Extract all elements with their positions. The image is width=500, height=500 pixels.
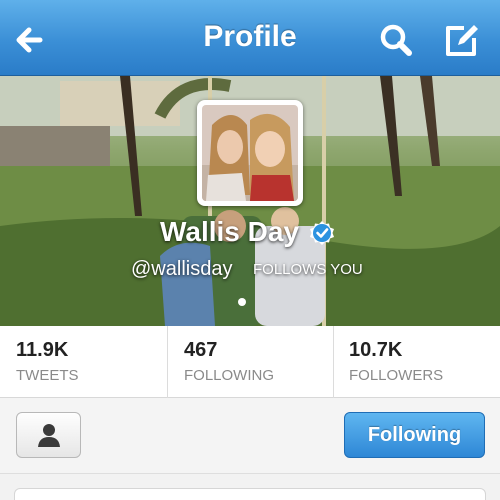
follows-you-badge: FOLLOWS YOU bbox=[253, 261, 363, 278]
following-button[interactable]: Following bbox=[344, 412, 485, 458]
person-button[interactable] bbox=[16, 412, 81, 458]
nav-bar: Profile bbox=[0, 0, 500, 76]
stat-label: TWEETS bbox=[16, 367, 79, 384]
stat-followers[interactable]: 10.7K FOLLOWERS bbox=[333, 326, 500, 398]
stat-label: FOLLOWERS bbox=[349, 367, 444, 384]
stat-value: 11.9K bbox=[16, 339, 69, 361]
stat-tweets[interactable]: 11.9K TWEETS bbox=[0, 326, 167, 398]
stat-value: 10.7K bbox=[349, 339, 403, 361]
avatar[interactable] bbox=[197, 100, 303, 206]
stat-following[interactable]: 467 FOLLOWING bbox=[167, 326, 333, 398]
action-row: Following bbox=[0, 398, 500, 474]
handle: @wallisday bbox=[131, 258, 233, 280]
avatar-photo bbox=[202, 105, 298, 201]
stats-row: 11.9K TWEETS 467 FOLLOWING 10.7K FOLLOWE… bbox=[0, 326, 500, 398]
search-button[interactable] bbox=[376, 20, 416, 60]
stat-label: FOLLOWING bbox=[184, 367, 275, 384]
page-indicator-dot bbox=[238, 298, 246, 306]
compose-button[interactable] bbox=[442, 20, 482, 60]
content-card bbox=[14, 488, 486, 500]
verified-badge-icon bbox=[310, 221, 334, 245]
page-title: Profile bbox=[203, 20, 297, 53]
stat-value: 467 bbox=[184, 339, 218, 361]
display-name: Wallis Day bbox=[160, 216, 300, 247]
search-icon bbox=[380, 24, 412, 56]
profile-header: Wallis Day @wallisday FOLLOWS YOU bbox=[0, 76, 500, 326]
compose-icon bbox=[446, 25, 478, 56]
person-icon bbox=[38, 424, 60, 447]
